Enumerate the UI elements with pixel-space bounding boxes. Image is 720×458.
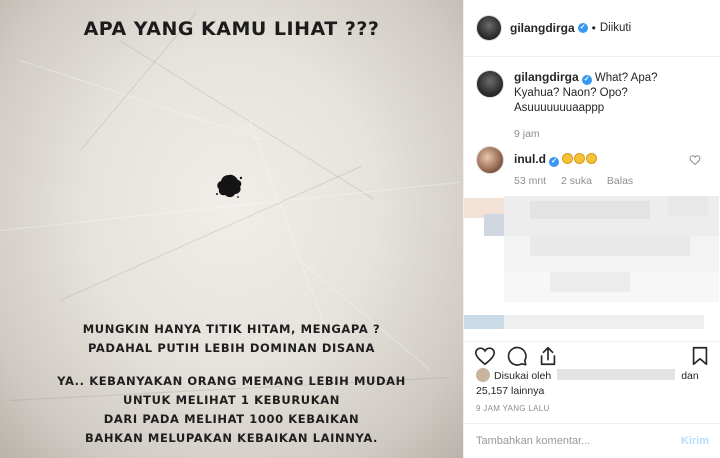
likes-suffix: dan xyxy=(681,370,699,382)
caption-username[interactable]: gilangdirga xyxy=(514,70,579,84)
follow-status-button[interactable]: Diikuti xyxy=(600,22,631,34)
commenter-username[interactable]: inul.d xyxy=(514,152,546,166)
image-line: YA.. KEBANYAKAN ORANG MEMANG LEBIH MUDAH xyxy=(57,374,406,388)
image-title: APA YANG KAMU LIHAT ??? xyxy=(83,18,380,40)
image-line: PADAHAL PUTIH LEBIH DOMINAN DISANA xyxy=(87,341,376,355)
likes-summary: Disukai oleh dan 25,157 lainnya xyxy=(476,368,699,397)
image-line: DARI PADA MELIHAT 1000 KEBAIKAN xyxy=(103,412,360,426)
comment-input[interactable] xyxy=(476,435,656,447)
caption: gilangdirga ✓ What? Apa? Kyahua? Naon? Op… xyxy=(476,70,699,116)
bookmark-icon[interactable] xyxy=(689,345,711,367)
separator: • xyxy=(591,21,596,35)
image-paragraph-1: MUNGKIN HANYA TITIK HITAM, MENGAPA ? PAD… xyxy=(0,320,463,358)
image-line: BAHKAN MELUPAKAN KEBAIKAN LAINNYA. xyxy=(84,431,378,445)
likes-prefix: Disukai oleh xyxy=(494,370,552,382)
verified-badge-icon: ✓ xyxy=(577,23,588,33)
author-avatar[interactable] xyxy=(476,15,502,41)
reply-button[interactable]: Balas xyxy=(607,175,633,187)
image-line: UNTUK MELIHAT 1 KEBURUKAN xyxy=(123,393,340,407)
post-side-panel: gilangdirga ✓ • Diikuti gilangdirga ✓ Wha… xyxy=(463,0,720,458)
ink-dot xyxy=(216,174,243,198)
verified-badge-icon: ✓ xyxy=(549,157,559,167)
commenter-avatar[interactable] xyxy=(476,146,504,174)
share-icon[interactable] xyxy=(537,345,559,367)
caption-time[interactable]: 9 jam xyxy=(514,128,540,140)
post-header: gilangdirga ✓ • Diikuti xyxy=(464,0,720,57)
comment-meta: 53 mnt 2 suka Balas xyxy=(514,175,645,187)
comment-like-heart-icon[interactable] xyxy=(689,154,701,166)
post-image[interactable]: APA YANG KAMU LIHAT ??? MUNGKIN HANYA TI… xyxy=(0,0,463,458)
comment-composer: Kirim xyxy=(464,423,720,458)
author-username[interactable]: gilangdirga xyxy=(510,21,575,35)
comment-icon[interactable] xyxy=(506,345,528,367)
image-line: MUNGKIN HANYA TITIK HITAM, MENGAPA ? xyxy=(82,322,381,336)
laughing-emoji-icon xyxy=(562,153,598,166)
comment-item: inul.d ✓ xyxy=(476,146,699,174)
action-bar xyxy=(464,341,720,371)
comment-text: inul.d ✓ xyxy=(514,146,699,174)
verified-badge-icon: ✓ xyxy=(581,75,592,85)
likes-count[interactable]: 25,157 lainnya xyxy=(476,384,544,398)
blurred-liker-name xyxy=(557,369,676,380)
caption-text: gilangdirga ✓ What? Apa? Kyahua? Naon? Op… xyxy=(514,70,699,116)
comment-time[interactable]: 53 mnt xyxy=(514,175,546,187)
image-paragraph-2: YA.. KEBANYAKAN ORANG MEMANG LEBIH MUDAH… xyxy=(0,372,463,448)
caption-meta: 9 jam xyxy=(514,128,552,140)
blurred-comments xyxy=(464,196,720,336)
comment-likes[interactable]: 2 suka xyxy=(561,175,592,187)
liker-avatar[interactable] xyxy=(476,368,490,382)
heart-icon[interactable] xyxy=(474,345,496,367)
post-timestamp[interactable]: 9 JAM YANG LALU xyxy=(476,404,550,413)
caption-avatar[interactable] xyxy=(476,70,504,98)
post-comment-button[interactable]: Kirim xyxy=(681,435,709,447)
